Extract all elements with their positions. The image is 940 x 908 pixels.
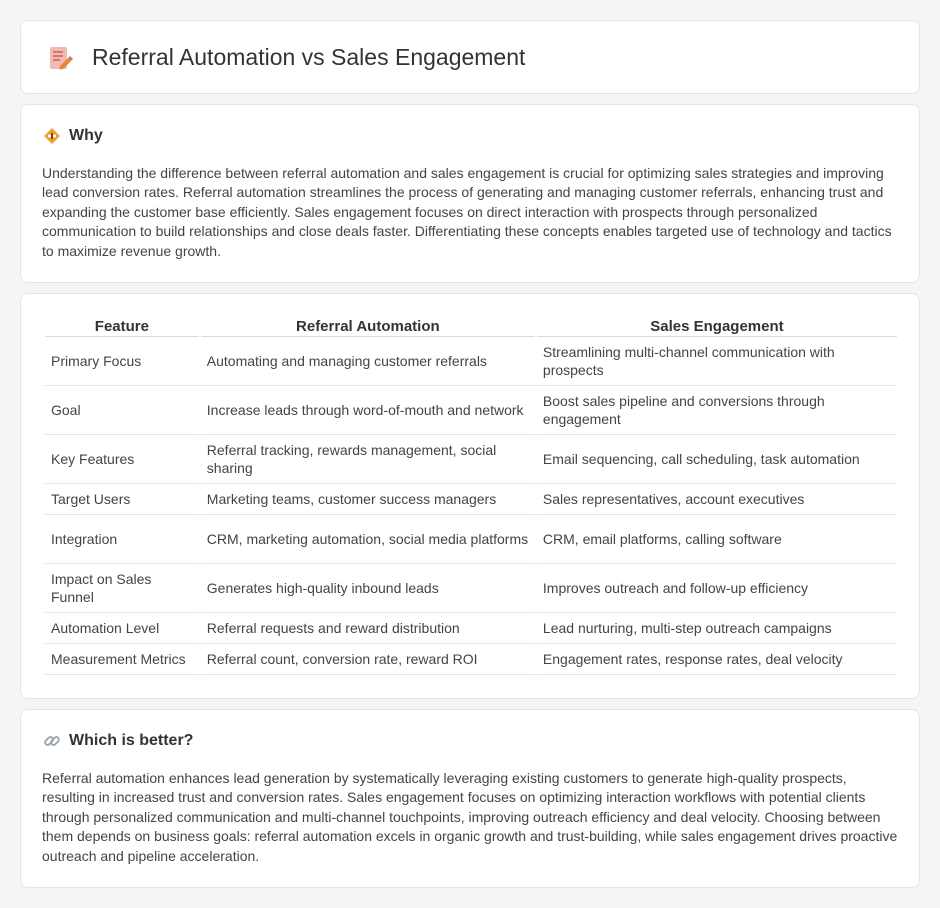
referral-cell: Generates high-quality inbound leads [200,564,535,613]
page-title: Referral Automation vs Sales Engagement [92,44,526,70]
feature-cell: Primary Focus [45,337,199,386]
feature-cell: Integration [45,515,199,564]
comparison-table: Feature Referral Automation Sales Engage… [43,316,899,675]
header-feature: Feature [45,316,199,337]
header-referral-automation: Referral Automation [200,316,535,337]
referral-cell: Marketing teams, customer success manage… [200,484,535,515]
table-row: Automation Level Referral requests and r… [45,613,897,644]
table-row: Primary Focus Automating and managing cu… [45,337,897,386]
better-heading: Which is better? [43,732,193,750]
header-card: Referral Automation vs Sales Engagement [20,20,920,94]
feature-cell: Measurement Metrics [45,644,199,675]
feature-cell: Automation Level [45,613,199,644]
document-pencil-icon [47,45,73,71]
engagement-cell: Lead nurturing, multi-step outreach camp… [536,613,897,644]
engagement-cell: Email sequencing, call scheduling, task … [536,435,897,484]
table-header-row: Feature Referral Automation Sales Engage… [45,316,897,337]
table-row: Key Features Referral tracking, rewards … [45,435,897,484]
referral-cell: CRM, marketing automation, social media … [200,515,535,564]
table-row: Integration CRM, marketing automation, s… [45,515,897,564]
feature-cell: Goal [45,386,199,435]
feature-cell: Target Users [45,484,199,515]
why-section: Why Understanding the difference between… [20,104,920,283]
bulb-badge-icon [43,127,61,145]
referral-cell: Automating and managing customer referra… [200,337,535,386]
engagement-cell: CRM, email platforms, calling software [536,515,897,564]
why-text: Understanding the difference between ref… [42,165,892,259]
table-row: Goal Increase leads through word-of-mout… [45,386,897,435]
why-heading: Why [43,127,103,145]
feature-cell: Impact on Sales Funnel [45,564,199,613]
engagement-cell: Engagement rates, response rates, deal v… [536,644,897,675]
table-row: Target Users Marketing teams, customer s… [45,484,897,515]
header-sales-engagement: Sales Engagement [536,316,897,337]
table-row: Impact on Sales Funnel Generates high-qu… [45,564,897,613]
engagement-cell: Streamlining multi-channel communication… [536,337,897,386]
referral-cell: Referral tracking, rewards management, s… [200,435,535,484]
engagement-cell: Improves outreach and follow-up efficien… [536,564,897,613]
why-title: Why [69,127,103,144]
table-row: Measurement Metrics Referral count, conv… [45,644,897,675]
referral-cell: Increase leads through word-of-mouth and… [200,386,535,435]
engagement-cell: Sales representatives, account executive… [536,484,897,515]
comparison-section: Feature Referral Automation Sales Engage… [20,293,920,699]
better-text: Referral automation enhances lead genera… [42,770,898,864]
feature-cell: Key Features [45,435,199,484]
referral-cell: Referral count, conversion rate, reward … [200,644,535,675]
better-title: Which is better? [69,732,194,749]
referral-cell: Referral requests and reward distributio… [200,613,535,644]
engagement-cell: Boost sales pipeline and conversions thr… [536,386,897,435]
which-is-better-section: Which is better? Referral automation enh… [20,709,920,888]
link-icon [43,732,61,750]
